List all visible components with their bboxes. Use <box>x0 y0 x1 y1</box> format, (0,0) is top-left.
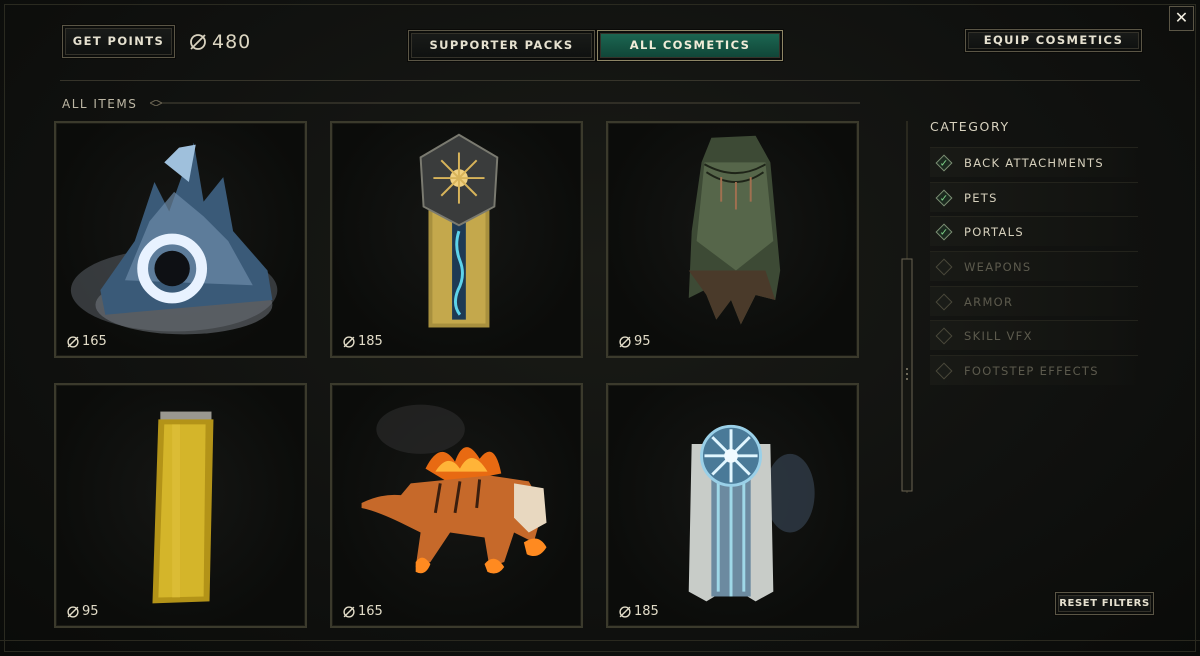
get-points-button[interactable]: GET POINTS <box>61 24 176 59</box>
frost-banner-icon <box>688 424 815 602</box>
header-divider <box>60 80 1140 81</box>
category-title: CATEGORY <box>930 119 1010 134</box>
currency-icon <box>619 335 631 348</box>
category-skill-vfx[interactable]: SKILL VFX <box>930 320 1138 350</box>
currency-icon <box>619 605 631 618</box>
category-armor[interactable]: ARMOR <box>930 286 1138 316</box>
checkbox-icon <box>935 293 953 310</box>
ice-portal-icon <box>70 142 278 335</box>
checkbox-checked-icon: ✓ <box>935 154 953 171</box>
currency-icon <box>67 605 79 618</box>
item-card[interactable]: 165 <box>54 121 307 358</box>
item-price: 185 <box>618 604 659 619</box>
category-weapons[interactable]: WEAPONS <box>930 251 1138 281</box>
item-card[interactable]: 95 <box>606 121 859 358</box>
checkbox-checked-icon: ✓ <box>935 189 953 206</box>
item-price: 165 <box>342 604 383 619</box>
currency-icon <box>343 605 355 618</box>
section-title: ALL ITEMS <box>62 97 138 111</box>
checkbox-icon <box>935 362 953 379</box>
footer-divider <box>0 640 1200 641</box>
item-card[interactable]: 95 <box>54 383 307 628</box>
item-card[interactable]: 185 <box>606 383 859 628</box>
item-price: 165 <box>66 334 107 349</box>
tab-supporter-packs[interactable]: SUPPORTER PACKS <box>407 29 596 62</box>
currency-icon <box>343 335 355 348</box>
close-button[interactable]: ✕ <box>1169 6 1194 31</box>
points-value: 480 <box>212 31 252 53</box>
cloak-icon <box>688 135 781 325</box>
currency-icon <box>190 34 206 50</box>
category-back-attachments[interactable]: ✓ BACK ATTACHMENTS <box>930 147 1138 177</box>
category-portals[interactable]: ✓ PORTALS <box>930 216 1138 246</box>
fire-tiger-icon <box>361 404 547 574</box>
golden-cape-icon <box>152 411 214 604</box>
category-footstep-effects[interactable]: FOOTSTEP EFFECTS <box>930 355 1138 385</box>
checkbox-icon <box>935 327 953 344</box>
item-card[interactable]: 165 <box>330 383 583 628</box>
grid-scrollbar[interactable] <box>901 121 913 493</box>
points-balance: 480 <box>188 29 251 55</box>
section-rule <box>150 100 860 106</box>
checkbox-checked-icon: ✓ <box>935 223 953 240</box>
sun-banner-icon <box>419 133 499 328</box>
currency-icon <box>67 335 79 348</box>
tab-all-cosmetics[interactable]: ALL COSMETICS <box>596 29 784 62</box>
item-price: 95 <box>66 604 99 619</box>
item-card[interactable]: 185 <box>330 121 583 358</box>
equip-cosmetics-button[interactable]: EQUIP COSMETICS <box>964 28 1143 53</box>
category-pets[interactable]: ✓ PETS <box>930 182 1138 212</box>
item-price: 95 <box>618 334 651 349</box>
close-icon: ✕ <box>1174 8 1189 27</box>
checkbox-icon <box>935 258 953 275</box>
item-price: 185 <box>342 334 383 349</box>
reset-filters-button[interactable]: RESET FILTERS <box>1054 591 1155 616</box>
